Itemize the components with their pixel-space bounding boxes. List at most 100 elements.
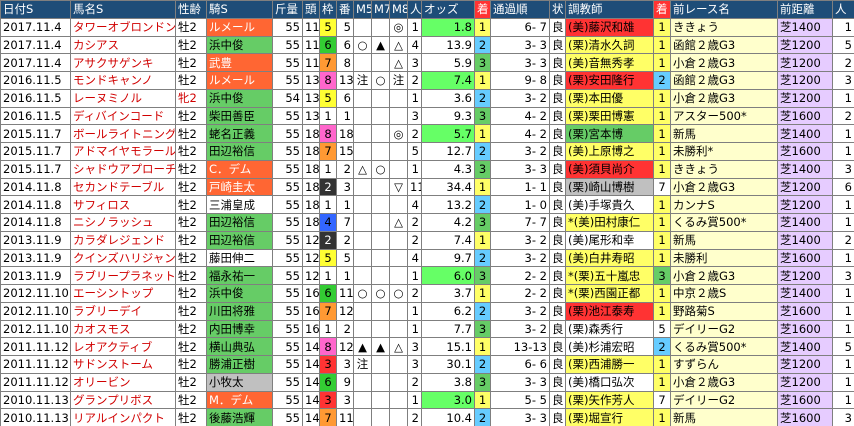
table-row[interactable]: 2013.11.9 カラダレジェンド 牡2 田辺裕信 55 12 2 2 2 7.4 1 3- 2 良(…: [0, 230, 854, 250]
column-header[interactable]: 頭: [302, 0, 320, 19]
passing-order-cell: 6- 7: [490, 17, 550, 37]
popularity-cell: 2: [407, 230, 422, 250]
column-header[interactable]: 番: [336, 0, 354, 19]
column-header[interactable]: 調教師: [565, 0, 654, 19]
track-condition-cell: 良: [549, 159, 566, 179]
column-header[interactable]: 人: [832, 0, 854, 19]
date-cell: 2012.11.10: [0, 284, 71, 303]
mark-m7-cell: ▲: [371, 35, 390, 55]
finish-cell: 2: [474, 301, 491, 321]
table-row[interactable]: 2012.11.10 エーシントップ 牡2 浜中俊 55 16 6 11 ○ ○ ○ 2 3.7 1 2- …: [0, 284, 854, 303]
table-row[interactable]: 2010.11.13 グランプリボス 牡2 M．デム 55 14 3 3 1 3.0 1 5- 5 良(…: [0, 390, 854, 410]
age-cell: 牡2: [175, 17, 207, 37]
passing-order-cell: 3- 2: [490, 230, 550, 250]
table-body: 2017.11.4 タワーオブロンドン 牡2 ルメール 55 11 5 5 ◎ 1 1.8 1 6- 7…: [0, 17, 854, 426]
table-row[interactable]: 2014.11.8 ニシノラッシュ 牡2 田辺裕信 55 18 4 7 △ 2 4.2 3 7- 7 良 *…: [0, 213, 854, 232]
prev-finish-cell: 1: [653, 301, 671, 321]
column-header[interactable]: オッズ: [421, 0, 475, 19]
weight-cell: 55: [272, 124, 303, 143]
column-header[interactable]: 騎S: [206, 0, 273, 19]
table-row[interactable]: 2011.11.12 レオアクティブ 牡2 横山典弘 55 14 8 12 ▲ ▲ △ 3 15.1 1 1…: [0, 337, 854, 356]
age-cell: 牡2: [175, 284, 207, 303]
weight-cell: 55: [272, 408, 303, 426]
prev-finish-cell: 1: [653, 408, 671, 426]
table-row[interactable]: 2011.11.12 サドンストーム 牡2 勝浦正樹 55 14 3 3 注 3 30.1 2 6- 6…: [0, 355, 854, 374]
table-row[interactable]: 2013.11.9 ラブリープラネット 牡2 福永祐一 55 12 1 1 1 6.0 3 2- 2良…: [0, 266, 854, 285]
trainer-cell: (美)尾形和幸: [565, 230, 654, 250]
prev-distance-cell: 芝1200: [777, 195, 833, 214]
mark-m5-cell: [353, 230, 372, 250]
popularity-cell: 2: [407, 284, 422, 303]
column-header[interactable]: M8: [389, 0, 408, 19]
prev-race-cell: デイリーG2: [670, 390, 778, 410]
track-condition-cell: 良: [549, 35, 566, 55]
horse-name-cell: グランプリボス: [70, 390, 176, 410]
column-header[interactable]: 着: [653, 0, 671, 19]
odds-cell: 3.8: [421, 372, 475, 392]
passing-order-cell: 3- 3: [490, 408, 550, 426]
column-header[interactable]: 通過順: [490, 0, 550, 19]
table-row[interactable]: 2015.11.7 ボールライトニング 牡2 蛯名正義 55 18 8 18 ◎ 2 5.7 1 4- …: [0, 124, 854, 143]
table-row[interactable]: 2014.11.8 サフィロス 牡2 三浦皇成 55 18 1 1 4 13.2 2 1- 0 良 (美)…: [0, 195, 854, 214]
mark-m5-cell: [353, 106, 372, 126]
column-header[interactable]: 人: [407, 0, 422, 19]
mark-m8-cell: ◎: [389, 124, 408, 143]
jockey-cell: 勝浦正樹: [206, 355, 273, 374]
passing-order-cell: 2- 2: [490, 266, 550, 285]
column-header[interactable]: 性齢: [175, 0, 207, 19]
jockey-cell: 蛯名正義: [206, 124, 273, 143]
mark-m5-cell: 注: [353, 355, 372, 374]
table-row[interactable]: 2014.11.8セカンドテーブル牡2戸崎圭太551823 ▽1134.411- …: [0, 177, 854, 197]
column-header[interactable]: 状: [549, 0, 566, 19]
column-header[interactable]: 日付S: [0, 0, 71, 19]
prev-distance-cell: 芝1200: [777, 372, 833, 392]
column-header[interactable]: M5: [353, 0, 372, 19]
track-condition-cell: 良: [549, 337, 566, 356]
mark-m8-cell: [389, 355, 408, 374]
gate-cell: 6: [319, 284, 337, 303]
table-row[interactable]: 2010.11.13 リアルインパクト 牡2 後藤浩輝 55 14 7 11 2 10.4 2 3- …: [0, 408, 854, 426]
finish-cell: 3: [474, 106, 491, 126]
table-row[interactable]: 2017.11.4 アサクサゲンキ 牡2 武豊 55 11 7 8 △ 3 5.9 3 3- 3 良 (美)…: [0, 53, 854, 72]
number-cell: 5: [336, 248, 354, 268]
prev-popularity-cell: 1: [832, 390, 854, 410]
weight-cell: 55: [272, 230, 303, 250]
date-cell: 2010.11.13: [0, 408, 71, 426]
table-row[interactable]: 2015.11.7 シャドウアプローチ 牡2 C．デム 55 18 1 2 △ ○ 1 4.3 3 3- …: [0, 159, 854, 179]
weight-cell: 55: [272, 177, 303, 197]
table-row[interactable]: 2015.11.7 アドマイヤモラール 牡2 田辺裕信 55 18 7 15 5 12.7 2 3- …: [0, 142, 854, 161]
table-row[interactable]: 2017.11.4 タワーオブロンドン 牡2 ルメール 55 11 5 5 ◎ 1 1.8 1 6- 7…: [0, 17, 854, 37]
table-row[interactable]: 2012.11.10 ラブリーデイ 牡2 川田将雅 55 16 7 12 1 6.2 2 3- 2 良(…: [0, 301, 854, 321]
popularity-cell: 11: [407, 177, 422, 197]
table-row[interactable]: 2012.11.10 カオスモス 牡2 内田博幸 55 16 1 2 1 7.7 3 3- 2 良 (栗)…: [0, 319, 854, 339]
popularity-cell: 2: [407, 213, 422, 232]
age-cell: 牡2: [175, 390, 207, 410]
column-header[interactable]: 前レース名: [670, 0, 778, 19]
mark-m5-cell: [353, 124, 372, 143]
trainer-cell: (栗)本田優: [565, 88, 654, 108]
table-row[interactable]: 2016.11.5 ディバインコード 牡2 柴田善臣 55 13 1 1 3 9.3 3 4- 2 良(…: [0, 106, 854, 126]
column-header[interactable]: 斤量: [272, 0, 303, 19]
number-cell: 6: [336, 35, 354, 55]
column-header[interactable]: 前距離: [777, 0, 833, 19]
column-header[interactable]: 馬名S: [70, 0, 176, 19]
prev-race-cell: 中京２歳S: [670, 284, 778, 303]
table-row[interactable]: 2016.11.5 レーヌミノル 牝2 浜中俊 54 13 5 6 1 3.6 2 3- 2 良 (栗)本…: [0, 88, 854, 108]
mark-m8-cell: [389, 390, 408, 410]
table-row[interactable]: 2016.11.5 モンドキャンノ 牡2 ルメール 55 13 8 13 注 ○ 注 2 7.4 1 9- …: [0, 71, 854, 90]
prev-popularity-cell: 3: [832, 408, 854, 426]
mark-m8-cell: △: [389, 53, 408, 72]
horse-name-cell: シャドウアプローチ: [70, 159, 176, 179]
table-row[interactable]: 2011.11.12 オリービン 牡2 小牧太 55 14 6 9 2 3.8 3 3- 3 良 (美)橋…: [0, 372, 854, 392]
number-cell: 3: [336, 177, 354, 197]
table-row[interactable]: 2017.11.4 カシアス 牡2 浜中俊 55 11 6 6 ○ ▲ △ 4 13.9 2 3- 3 良 (栗…: [0, 35, 854, 55]
odds-cell: 15.1: [421, 337, 475, 356]
column-header[interactable]: M7: [371, 0, 390, 19]
table-row[interactable]: 2013.11.9 クインズハリジャン 牡2 藤田伸二 55 12 5 5 4 9.7 2 3- 2良…: [0, 248, 854, 268]
column-header[interactable]: 枠: [319, 0, 337, 19]
prev-distance-cell: 芝1200: [777, 71, 833, 90]
column-header[interactable]: 着: [474, 0, 491, 19]
gate-cell: 7: [319, 142, 337, 161]
odds-cell: 3.7: [421, 284, 475, 303]
prev-distance-cell: 芝1200: [777, 88, 833, 108]
